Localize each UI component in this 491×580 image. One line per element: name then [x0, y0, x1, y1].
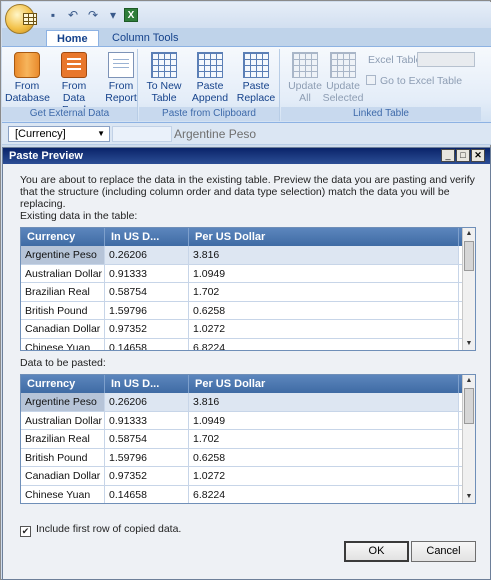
column-header[interactable]: Currency	[21, 228, 105, 246]
ribbon-tabs: Home Column Tools	[2, 28, 491, 48]
column-header[interactable]: Per US Dollar	[189, 375, 459, 393]
cancel-button[interactable]: Cancel	[411, 541, 476, 562]
table-row[interactable]: Canadian Dollar 0.97352 1.0272	[21, 467, 475, 486]
dialog-title: Paste Preview	[3, 148, 490, 164]
group-label: Get External Data	[2, 107, 137, 121]
minimize-button[interactable]: _	[441, 149, 455, 162]
column-name-box[interactable]: [Currency] ▼	[8, 126, 110, 142]
excel-table-label: Excel Table:	[368, 54, 425, 66]
scroll-down-icon[interactable]: ▼	[463, 338, 475, 350]
pasted-data-label: Data to be pasted:	[20, 357, 106, 369]
database-icon	[14, 52, 40, 78]
grid-header: Currency In US D... Per US Dollar	[21, 228, 475, 246]
powerpivot-window: ▪ ↶ ↷ ▾ X Home Column Tools From Databas…	[0, 0, 491, 580]
table-row[interactable]: Canadian Dollar 0.97352 1.0272	[21, 320, 475, 339]
from-data-feed-button[interactable]: From Data Feed	[52, 51, 96, 116]
group-label: Linked Table	[281, 107, 481, 121]
go-to-excel-table-button[interactable]: Go to Excel Table	[366, 75, 462, 87]
table-row[interactable]: British Pound 1.59796 0.6258	[21, 301, 475, 320]
column-header[interactable]: In US D...	[105, 228, 189, 246]
update-all-icon	[292, 52, 318, 78]
column-header[interactable]: Currency	[21, 375, 105, 393]
existing-data-label: Existing data in the table:	[20, 210, 138, 222]
existing-data-grid: Currency In US D... Per US Dollar Argent…	[20, 227, 476, 351]
table-row[interactable]: Chinese Yuan 0.14658 6.8224	[21, 338, 475, 350]
quick-access-toolbar: ▪ ↶ ↷ ▾ X	[2, 2, 491, 28]
from-report-button[interactable]: From Report	[99, 51, 143, 105]
scroll-up-icon[interactable]: ▲	[463, 375, 475, 387]
formula-fx-area	[112, 126, 172, 142]
table-icon	[23, 13, 37, 25]
paste-append-button[interactable]: Paste Append	[188, 51, 232, 105]
formula-value[interactable]: Argentine Peso	[174, 127, 256, 141]
scroll-thumb[interactable]	[464, 241, 474, 271]
paste-append-icon	[197, 52, 223, 78]
save-icon[interactable]: ▪	[46, 8, 60, 22]
dialog-message: You are about to replace the data in the…	[20, 174, 475, 210]
maximize-button[interactable]: □	[456, 149, 470, 162]
formula-bar: [Currency] ▼ Argentine Peso	[2, 123, 491, 145]
ribbon: From Database From Data Feed From Report…	[2, 46, 491, 123]
excel-table-icon	[366, 75, 376, 85]
report-icon	[108, 52, 134, 78]
table-row[interactable]: Argentine Peso 0.26206 3.816	[21, 246, 475, 265]
undo-icon[interactable]: ↶	[66, 8, 80, 22]
table-row[interactable]: Chinese Yuan 0.14658 6.8224	[21, 485, 475, 503]
scroll-thumb[interactable]	[464, 388, 474, 424]
update-selected-button[interactable]: Update Selected	[319, 51, 367, 105]
ok-button[interactable]: OK	[344, 541, 409, 562]
redo-icon[interactable]: ↷	[86, 8, 100, 22]
group-paste-from-clipboard: To New Table Paste Append Paste Replace …	[139, 49, 280, 121]
grid-header: Currency In US D... Per US Dollar	[21, 375, 475, 393]
excel-icon[interactable]: X	[124, 8, 138, 22]
table-row[interactable]: British Pound 1.59796 0.6258	[21, 448, 475, 467]
vertical-scrollbar[interactable]: ▲ ▼	[462, 228, 475, 350]
pasted-data-grid: Currency In US D... Per US Dollar Argent…	[20, 374, 476, 504]
include-first-row-checkbox[interactable]: ✔	[20, 526, 31, 537]
customize-icon[interactable]: ▾	[106, 8, 120, 22]
scroll-up-icon[interactable]: ▲	[463, 228, 475, 240]
paste-preview-dialog: Paste Preview _ □ ✕ You are about to rep…	[2, 147, 491, 580]
table-row[interactable]: Argentine Peso 0.26206 3.816	[21, 393, 475, 412]
table-row[interactable]: Brazilian Real 0.58754 1.702	[21, 283, 475, 302]
column-header[interactable]: Per US Dollar	[189, 228, 459, 246]
column-header[interactable]: In US D...	[105, 375, 189, 393]
app-menu-button[interactable]	[5, 4, 37, 34]
scroll-down-icon[interactable]: ▼	[463, 491, 475, 503]
vertical-scrollbar[interactable]: ▲ ▼	[462, 375, 475, 503]
paste-to-new-table-button[interactable]: To New Table	[142, 51, 186, 105]
update-selected-icon	[330, 52, 356, 78]
table-row[interactable]: Australian Dollar 0.91333 1.0949	[21, 411, 475, 430]
include-first-row-option[interactable]: ✔ Include first row of copied data.	[20, 523, 181, 537]
table-row[interactable]: Brazilian Real 0.58754 1.702	[21, 430, 475, 449]
paste-replace-button[interactable]: Paste Replace	[234, 51, 278, 105]
from-database-button[interactable]: From Database	[5, 51, 50, 105]
table-row[interactable]: Australian Dollar 0.91333 1.0949	[21, 264, 475, 283]
chevron-down-icon: ▼	[97, 129, 105, 138]
paste-replace-icon	[243, 52, 269, 78]
close-button[interactable]: ✕	[471, 149, 485, 162]
data-feed-icon	[61, 52, 87, 78]
excel-table-dropdown[interactable]	[417, 52, 475, 67]
group-get-external-data: From Database From Data Feed From Report…	[2, 49, 138, 121]
new-table-icon	[151, 52, 177, 78]
group-label: Paste from Clipboard	[139, 107, 279, 121]
